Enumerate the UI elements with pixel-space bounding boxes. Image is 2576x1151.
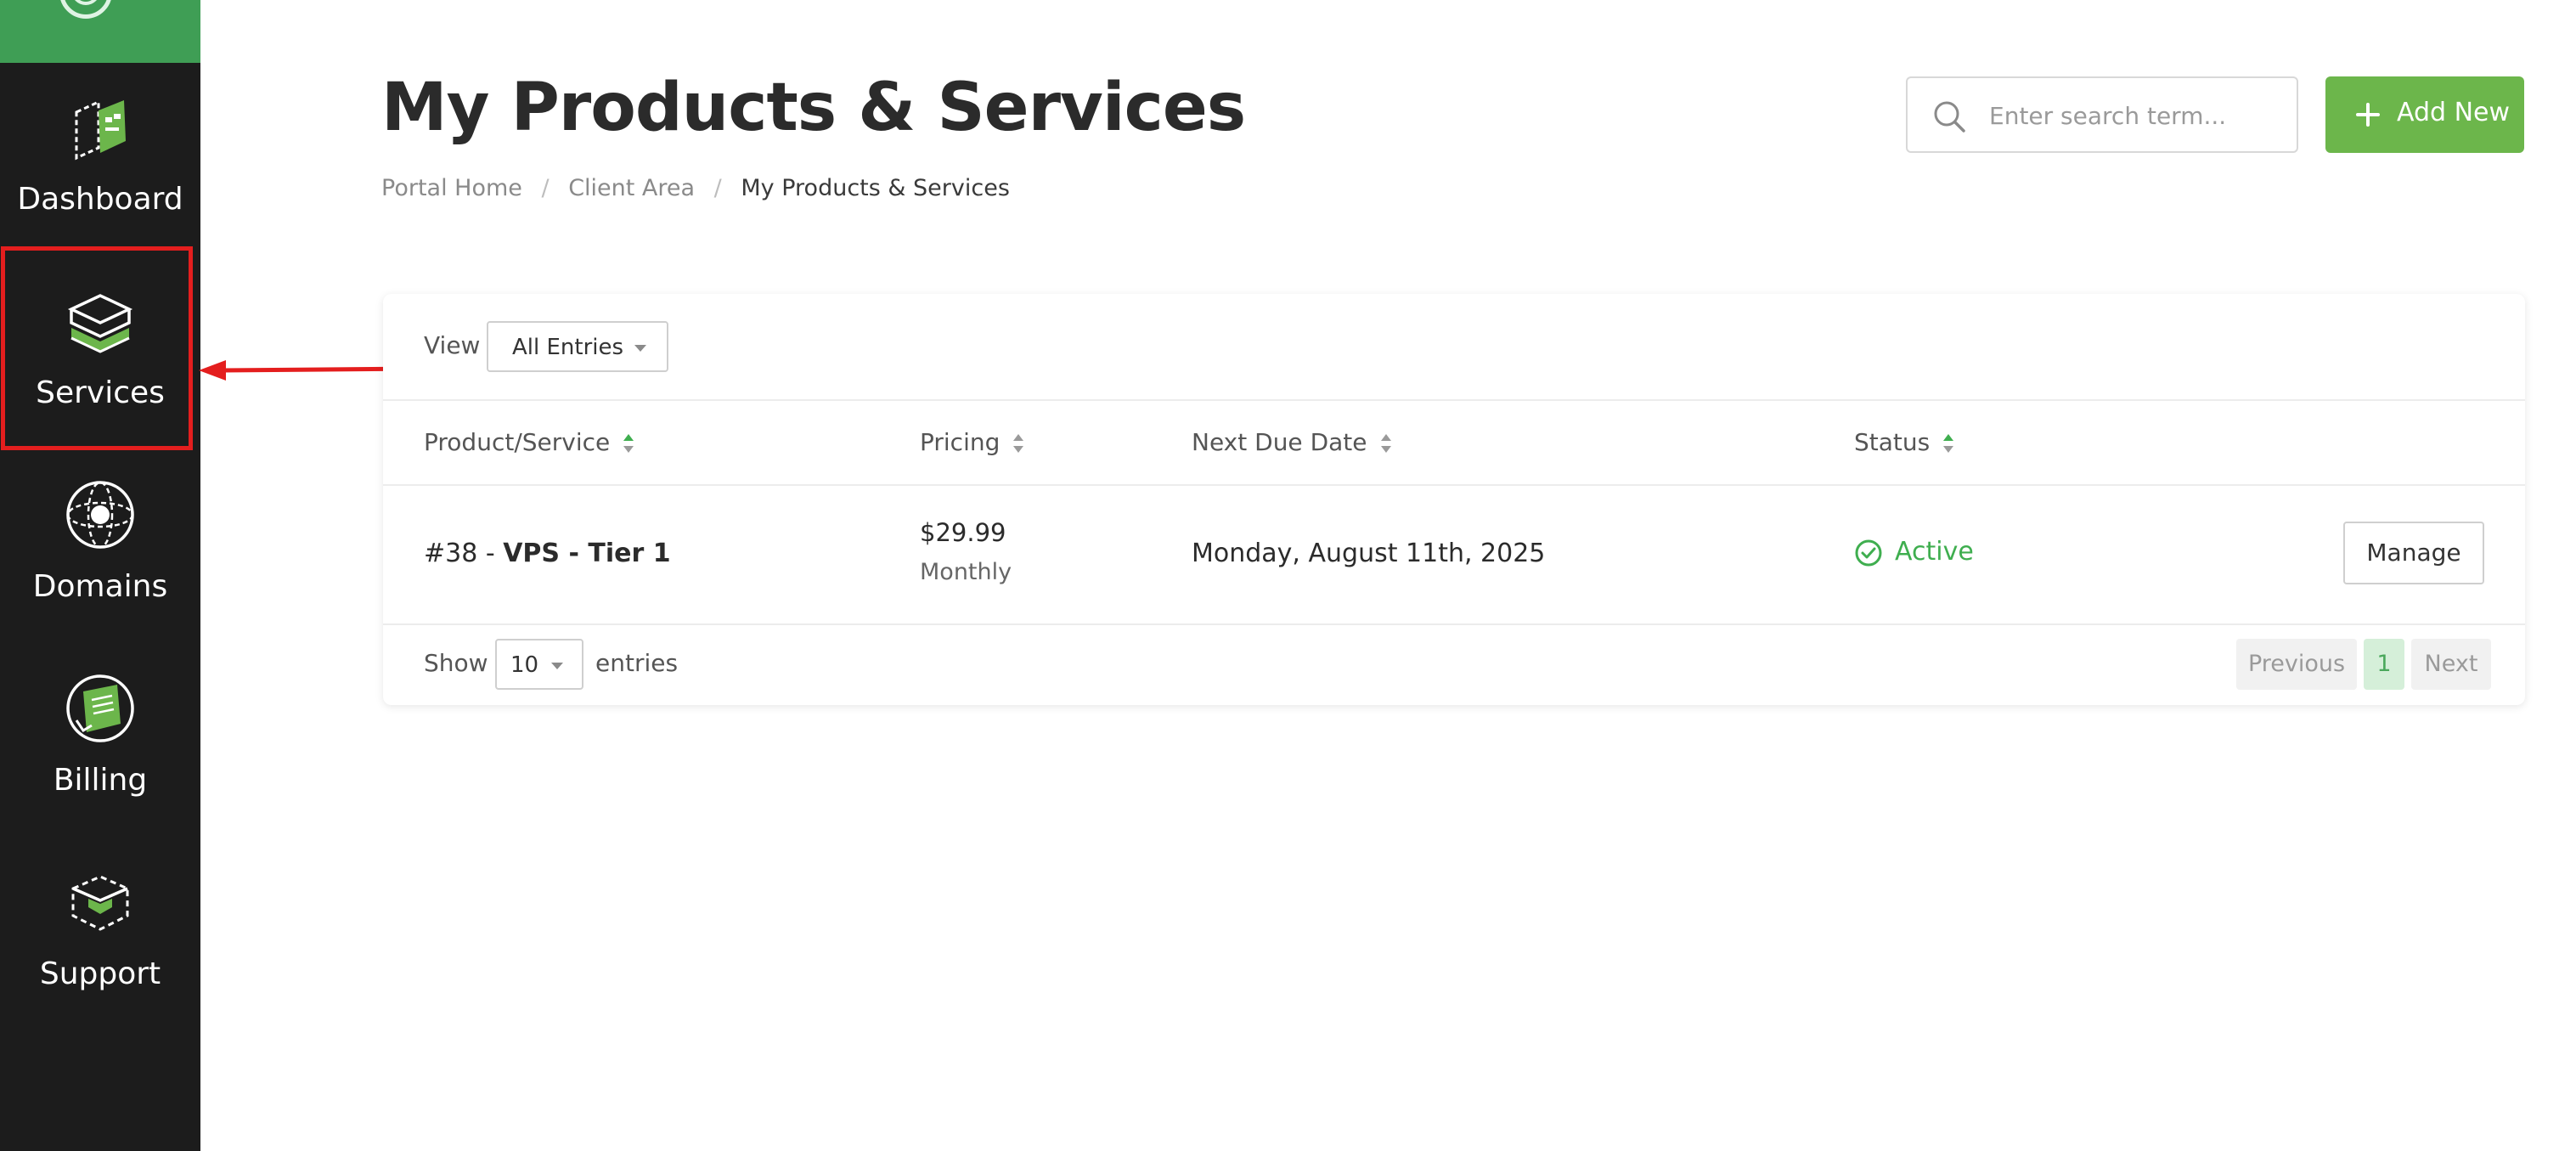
sort-icon xyxy=(1943,434,1954,453)
sidebar-item-label: Support xyxy=(39,956,161,991)
column-header-label: Status xyxy=(1854,428,1931,456)
column-header-next-due-date[interactable]: Next Due Date xyxy=(1192,428,1393,456)
billing-cycle: Monthly xyxy=(920,559,1012,585)
sort-icon xyxy=(1380,434,1391,453)
view-filter-value: All Entries xyxy=(512,335,624,360)
sidebar-item-billing[interactable]: Billing xyxy=(0,644,200,838)
page-title: My Products & Services xyxy=(381,70,1246,146)
column-header-label: Product/Service xyxy=(424,428,611,456)
dashboard-icon xyxy=(75,99,126,161)
column-header-pricing[interactable]: Pricing xyxy=(920,428,1025,456)
entries-label: entries xyxy=(595,649,679,677)
sidebar-item-dashboard[interactable]: Dashboard xyxy=(0,63,200,257)
sidebar-item-support[interactable]: Support xyxy=(0,838,200,1031)
chevron-down-icon xyxy=(634,345,646,352)
breadcrumb-client-area[interactable]: Client Area xyxy=(568,175,695,201)
add-new-button[interactable]: Add New xyxy=(2325,76,2524,153)
pagination-previous[interactable]: Previous xyxy=(2236,639,2357,690)
sort-icon xyxy=(1013,434,1024,453)
column-header-label: Next Due Date xyxy=(1192,428,1367,456)
column-header-status[interactable]: Status xyxy=(1854,428,1955,456)
product-name: VPS - Tier 1 xyxy=(503,539,671,568)
pagination-next[interactable]: Next xyxy=(2411,639,2491,690)
breadcrumb-current: My Products & Services xyxy=(741,175,1010,201)
search-box[interactable] xyxy=(1906,76,2298,153)
plus-icon xyxy=(2356,103,2380,127)
show-label: Show xyxy=(424,649,488,677)
breadcrumb-portal-home[interactable]: Portal Home xyxy=(381,175,522,201)
services-table-card: View All Entries Product/Service Pricing… xyxy=(383,294,2525,705)
pagination-page-1[interactable]: 1 xyxy=(2364,639,2404,690)
add-new-label: Add New xyxy=(2397,98,2511,127)
divider xyxy=(383,399,2525,401)
sort-icon xyxy=(623,434,634,453)
support-icon xyxy=(71,875,129,931)
sidebar-item-label: Dashboard xyxy=(17,182,183,217)
status-badge: Active xyxy=(1854,537,1974,567)
breadcrumb: Portal Home / Client Area / My Products … xyxy=(381,175,1010,201)
sidebar-item-label: Billing xyxy=(53,763,148,798)
domains-icon xyxy=(66,481,134,549)
breadcrumb-separator: / xyxy=(541,175,550,201)
manage-button[interactable]: Manage xyxy=(2343,522,2484,584)
chevron-down-icon xyxy=(551,663,563,669)
product-id: #38 - xyxy=(424,539,504,568)
view-label: View xyxy=(424,331,481,359)
sidebar: Dashboard Services Domains Billing Suppo… xyxy=(0,0,200,1151)
annotation-highlight-box xyxy=(1,246,193,450)
column-header-label: Pricing xyxy=(920,428,1001,456)
table-row[interactable]: #38 - VPS - Tier 1 $29.99 Monthly Monday… xyxy=(383,486,2525,623)
page-length-select[interactable]: 10 xyxy=(495,639,583,690)
next-due-date: Monday, August 11th, 2025 xyxy=(1192,539,1546,568)
status-text: Active xyxy=(1895,537,1974,567)
page-length-value: 10 xyxy=(510,652,539,678)
view-filter-select[interactable]: All Entries xyxy=(487,321,668,372)
sidebar-item-domains[interactable]: Domains xyxy=(0,450,200,644)
column-header-product-service[interactable]: Product/Service xyxy=(424,428,635,456)
price-amount: $29.99 xyxy=(920,518,1006,547)
product-cell: #38 - VPS - Tier 1 xyxy=(424,539,671,568)
check-circle-icon xyxy=(1855,539,1882,566)
search-icon xyxy=(1934,101,1965,133)
brand-logo[interactable] xyxy=(0,0,200,63)
divider xyxy=(383,623,2525,625)
search-input[interactable] xyxy=(1989,90,2278,141)
breadcrumb-separator: / xyxy=(713,175,722,201)
sidebar-item-label: Domains xyxy=(32,569,168,604)
billing-icon xyxy=(66,674,134,742)
